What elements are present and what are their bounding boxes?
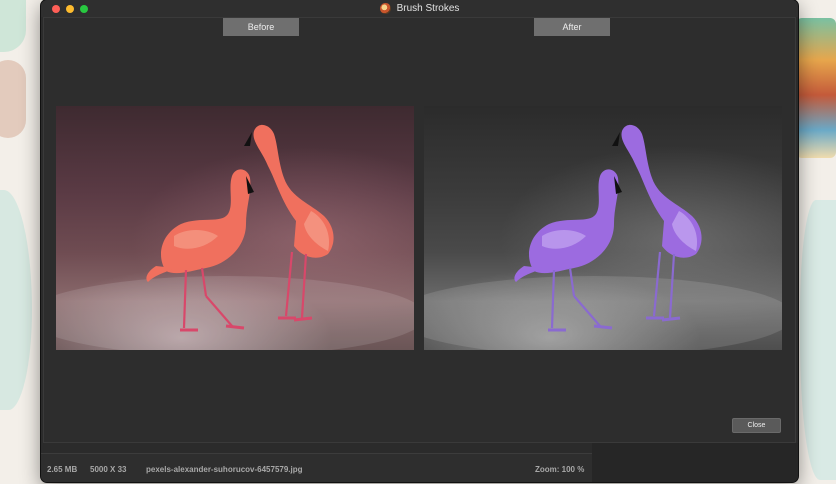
close-button[interactable]: Close: [732, 418, 781, 433]
flamingos: [56, 124, 414, 350]
close-window-button[interactable]: [52, 5, 60, 13]
window-controls: [52, 5, 88, 13]
zoom-level: Zoom: 100 %: [535, 465, 585, 474]
before-image: [56, 106, 414, 350]
title-bar: Brush Strokes: [41, 0, 798, 17]
zoom-window-button[interactable]: [80, 5, 88, 13]
after-label: After: [534, 18, 610, 36]
window-title: Brush Strokes: [396, 3, 460, 14]
wallpaper-shape: [0, 60, 26, 138]
before-after-dialog: Before After Close: [43, 17, 796, 443]
image-dimensions: 5000 X 33: [90, 465, 127, 474]
wallpaper-painting: [796, 18, 836, 158]
wallpaper-shape: [800, 200, 836, 480]
wallpaper-shape: [0, 0, 26, 52]
before-label: Before: [223, 18, 299, 36]
flamingos: [424, 124, 782, 350]
app-window: Brush Strokes Before After Close 2.65 MB…: [41, 0, 798, 482]
status-bar-right-area: [592, 443, 798, 482]
before-flamingos-graphic: [56, 124, 414, 350]
brush-strokes-app-icon: [379, 3, 391, 14]
file-size: 2.65 MB: [47, 465, 78, 474]
file-name: pexels-alexander-suhorucov-6457579.jpg: [146, 465, 303, 474]
after-flamingos-graphic: [424, 124, 782, 350]
window-title-group: Brush Strokes: [379, 3, 460, 14]
after-image: [424, 106, 782, 350]
wallpaper-shape: [0, 190, 32, 410]
minimize-window-button[interactable]: [66, 5, 74, 13]
status-bar: 2.65 MB 5000 X 33 pexels-alexander-suhor…: [41, 453, 592, 482]
